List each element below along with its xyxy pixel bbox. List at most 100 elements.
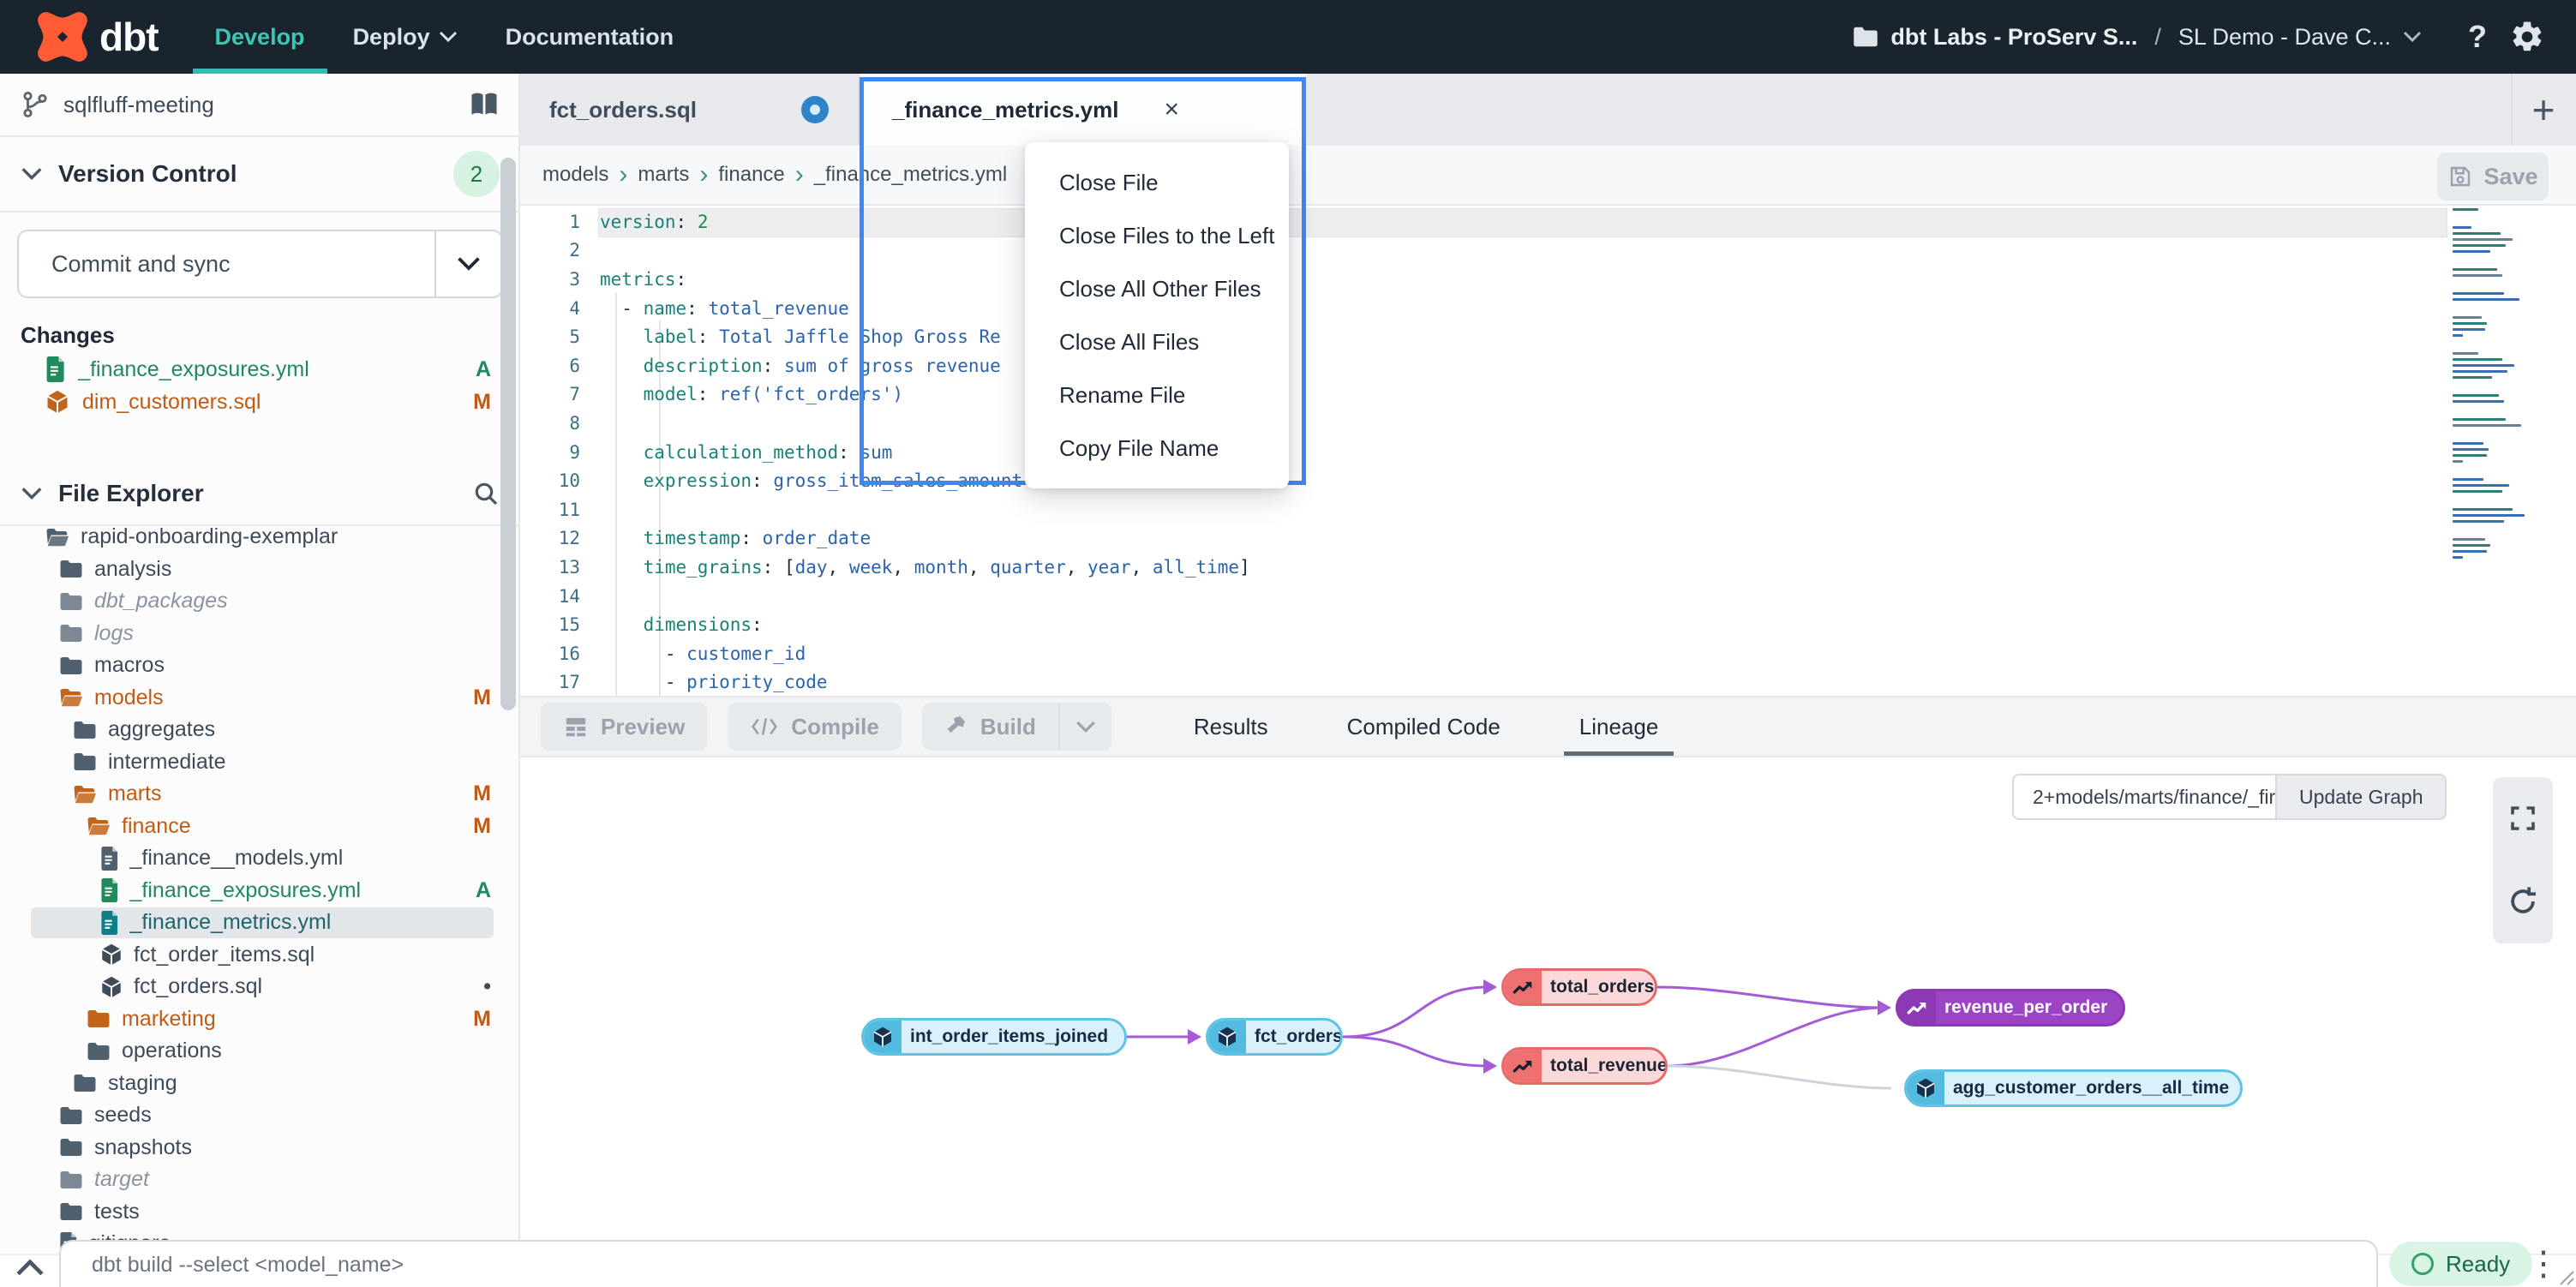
tree-item-marts[interactable]: martsM — [0, 778, 520, 811]
collapse-panel-button[interactable] — [15, 1257, 45, 1278]
tree-item-tests[interactable]: tests — [0, 1196, 520, 1229]
tree-item-fct-order-items-sql[interactable]: fct_order_items.sql — [0, 939, 520, 972]
version-control-header[interactable]: Version Control 2 — [0, 137, 520, 213]
file-search-button[interactable] — [472, 480, 500, 507]
lineage-node-fct_orders[interactable]: fct_orders — [1206, 1018, 1343, 1056]
tree-item-logs[interactable]: logs — [0, 618, 520, 650]
file-explorer-header[interactable]: File Explorer — [0, 463, 520, 526]
command-input[interactable]: dbt build --select <model_name> — [59, 1240, 2378, 1287]
code-line[interactable]: 15 dimensions: — [520, 610, 2448, 639]
code-line[interactable]: 14 — [520, 582, 2448, 611]
change-item[interactable]: _finance_exposures.ymlA — [0, 353, 520, 386]
code-line[interactable]: 3metrics: — [520, 265, 2448, 294]
tree-item-marketing[interactable]: marketingM — [0, 1003, 520, 1036]
lineage-node-total_orders[interactable]: total_orders — [1501, 968, 1657, 1006]
update-graph-button[interactable]: Update Graph — [2275, 774, 2447, 820]
tree-item-staging[interactable]: staging — [0, 1068, 520, 1100]
tree-item-rapid-onboarding-exemplar[interactable]: rapid-onboarding-exemplar — [0, 521, 520, 554]
top-nav-right: dbt Labs - ProServ S... / SL Demo - Dave… — [1853, 19, 2545, 55]
context-menu-item-copy-file-name[interactable]: Copy File Name — [1025, 422, 1289, 475]
lineage-node-agg_customer_orders__all_time[interactable]: agg_customer_orders__all_time — [1904, 1069, 2243, 1107]
tree-item-label: analysis — [94, 557, 171, 582]
change-item[interactable]: dim_customers.sqlM — [0, 386, 520, 418]
commit-and-sync-button[interactable]: Commit and sync — [17, 230, 503, 298]
breadcrumb-item[interactable]: _finance_metrics.yml — [814, 163, 1007, 187]
tree-item-aggregates[interactable]: aggregates — [0, 714, 520, 746]
tree-item--finance-metrics-yml[interactable]: _finance_metrics.yml — [0, 907, 520, 939]
breadcrumb-item[interactable]: finance — [718, 163, 784, 187]
close-icon[interactable]: × — [1164, 95, 1179, 124]
tree-item-target[interactable]: target — [0, 1164, 520, 1196]
nav-develop[interactable]: Develop — [215, 0, 305, 74]
code-editor[interactable]: 1version: 223metrics:4 - name: total_rev… — [520, 206, 2576, 696]
code-line[interactable]: 4 - name: total_revenue — [520, 294, 2448, 323]
code-line[interactable]: 6 description: sum of gross revenue — [520, 351, 2448, 380]
resize-handle-icon[interactable] — [2552, 1263, 2574, 1285]
compile-button[interactable]: Compile — [728, 703, 902, 751]
tree-item-intermediate[interactable]: intermediate — [0, 746, 520, 779]
context-menu-item-close-files-to-the-left[interactable]: Close Files to the Left — [1025, 209, 1289, 262]
file-tree-scrollbar[interactable] — [500, 158, 516, 710]
code-line[interactable]: 2 — [520, 236, 2448, 266]
code-line[interactable]: 11 — [520, 495, 2448, 524]
code-line[interactable]: 7 model: ref('fct_orders') — [520, 380, 2448, 410]
tree-item-finance[interactable]: financeM — [0, 811, 520, 843]
tree-item-operations[interactable]: operations — [0, 1035, 520, 1068]
status-badge[interactable]: Ready — [2389, 1242, 2532, 1286]
build-button[interactable]: Build — [922, 703, 1111, 751]
tree-item-models[interactable]: modelsM — [0, 682, 520, 715]
version-control-title: Version Control — [58, 160, 237, 188]
tree-item-seeds[interactable]: seeds — [0, 1099, 520, 1132]
tree-item-dbt-packages[interactable]: dbt_packages — [0, 585, 520, 618]
context-menu-item-close-all-other-files[interactable]: Close All Other Files — [1025, 262, 1289, 315]
tree-item-fct-orders-sql[interactable]: fct_orders.sql• — [0, 971, 520, 1003]
minimap-line — [2453, 448, 2489, 451]
tab-lineage[interactable]: Lineage — [1579, 697, 1659, 756]
minimap-line — [2453, 364, 2514, 367]
breadcrumb-item[interactable]: marts — [638, 163, 689, 187]
fullscreen-icon[interactable] — [2507, 803, 2538, 834]
build-options-caret[interactable] — [1058, 703, 1111, 751]
context-menu-item-close-file[interactable]: Close File — [1025, 156, 1289, 209]
help-icon[interactable]: ? — [2468, 19, 2487, 55]
gear-icon[interactable] — [2509, 19, 2545, 55]
code-line[interactable]: 5 label: Total Jaffle Shop Gross Re — [520, 322, 2448, 351]
context-menu-item-close-all-files[interactable]: Close All Files — [1025, 315, 1289, 368]
code-line[interactable]: 13 time_grains: [day, week, month, quart… — [520, 553, 2448, 582]
new-tab-button[interactable]: + — [2525, 91, 2562, 129]
context-menu-item-rename-file[interactable]: Rename File — [1025, 368, 1289, 422]
account-project-switcher[interactable]: dbt Labs - ProServ S... / SL Demo - Dave… — [1853, 24, 2422, 51]
docs-book-icon[interactable] — [469, 91, 500, 118]
tab-fct-orders[interactable]: fct_orders.sql — [520, 74, 860, 146]
dbt-logo[interactable]: dbt — [34, 9, 159, 65]
editor-minimap[interactable] — [2453, 208, 2531, 688]
lineage-node-int_order_items_joined[interactable]: int_order_items_joined — [861, 1018, 1127, 1056]
selector-input[interactable]: 2+models/marts/finance/_fir — [2012, 774, 2275, 820]
tree-item--finance-models-yml[interactable]: _finance__models.yml — [0, 842, 520, 875]
code-line[interactable]: 8 — [520, 409, 2448, 438]
lineage-node-revenue_per_order[interactable]: revenue_per_order — [1896, 989, 2125, 1027]
tree-item-macros[interactable]: macros — [0, 649, 520, 682]
save-button[interactable]: Save — [2437, 153, 2549, 201]
reset-view-icon[interactable] — [2507, 885, 2539, 918]
tree-item-analysis[interactable]: analysis — [0, 554, 520, 586]
code-line[interactable]: 17 - priority_code — [520, 668, 2448, 697]
commit-options-caret[interactable] — [434, 231, 501, 296]
breadcrumb-item[interactable]: models — [542, 163, 608, 187]
tree-item--finance-exposures-yml[interactable]: _finance_exposures.ymlA — [0, 875, 520, 907]
tab-results[interactable]: Results — [1194, 697, 1268, 756]
code-line[interactable]: 1version: 2 — [520, 207, 2448, 236]
code-line[interactable]: 10 expression: gross_item_sales_amount — [520, 466, 2448, 495]
code-line[interactable]: 9 calculation_method: sum — [520, 438, 2448, 467]
tab-finance-metrics[interactable]: _finance_metrics.yml × — [860, 74, 1306, 146]
git-status-badge: • — [483, 974, 491, 999]
tab-compiled-code[interactable]: Compiled Code — [1347, 697, 1501, 756]
tree-item-snapshots[interactable]: snapshots — [0, 1132, 520, 1164]
lineage-node-total_revenue[interactable]: total_revenue — [1501, 1047, 1668, 1085]
code-line[interactable]: 12 timestamp: order_date — [520, 524, 2448, 554]
minimap-line — [2453, 232, 2501, 235]
preview-button[interactable]: Preview — [541, 703, 707, 751]
code-line[interactable]: 16 - customer_id — [520, 639, 2448, 668]
nav-documentation[interactable]: Documentation — [506, 0, 674, 74]
nav-deploy[interactable]: Deploy — [353, 0, 458, 74]
